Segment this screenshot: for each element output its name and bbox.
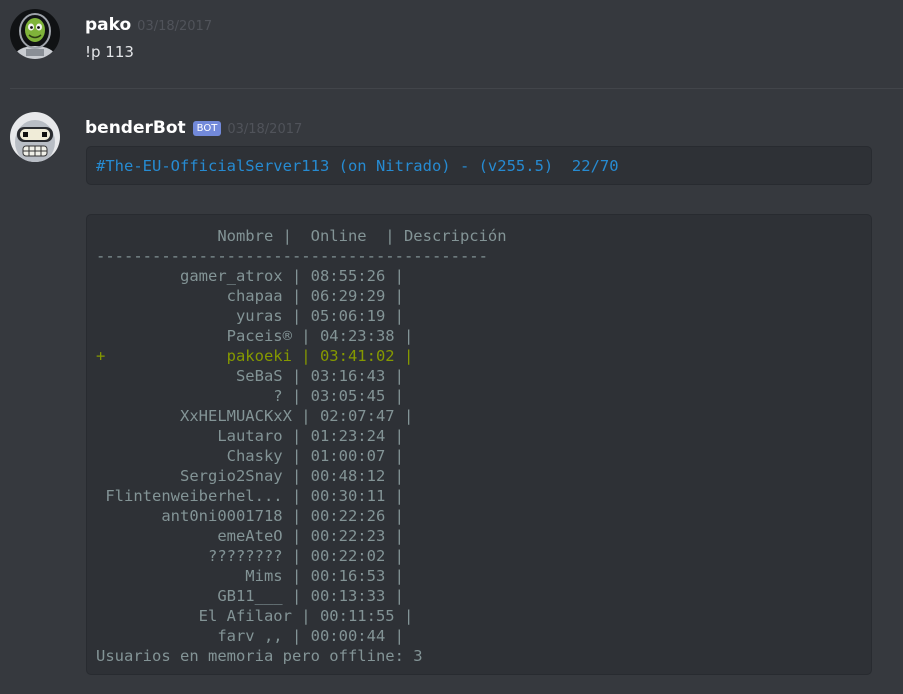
- table-row-highlighted: + pakoeki | 03:41:02 |: [96, 347, 414, 365]
- table-row: ant0ni0001718 | 00:22:26 |: [96, 507, 404, 525]
- table-header: Nombre | Online | Descripción: [96, 227, 507, 245]
- username-benderbot[interactable]: benderBot: [85, 118, 186, 138]
- timestamp: 03/18/2017: [227, 122, 303, 137]
- table-row: farv ,, | 00:00:44 |: [96, 627, 404, 645]
- server-info-line: #The-EU-OfficialServer113 (on Nitrado) -…: [96, 157, 619, 175]
- table-row: XxHELMUACKxX | 02:07:47 |: [96, 407, 414, 425]
- table-row: ???????? | 00:22:02 |: [96, 547, 404, 565]
- table-rows: gamer_atrox | 08:55:26 | chapaa | 06:29:…: [96, 266, 862, 646]
- bender-avatar-icon: [10, 112, 60, 162]
- table-row: SeBaS | 03:16:43 |: [96, 367, 404, 385]
- timestamp: 03/18/2017: [137, 19, 213, 34]
- avatar-benderbot[interactable]: [10, 112, 60, 162]
- kerbal-avatar-icon: [10, 9, 60, 59]
- table-row: Chasky | 01:00:07 |: [96, 447, 404, 465]
- message-header: benderBot BOT 03/18/2017: [85, 118, 302, 140]
- message-text: !p 113: [85, 43, 134, 61]
- server-info-codeblock: #The-EU-OfficialServer113 (on Nitrado) -…: [86, 146, 872, 185]
- table-row: GB11___ | 00:13:33 |: [96, 587, 404, 605]
- table-row: ? | 03:05:45 |: [96, 387, 404, 405]
- table-row: Mims | 00:16:53 |: [96, 567, 404, 585]
- avatar-pako[interactable]: [10, 9, 60, 59]
- table-row: Flintenweiberhel... | 00:30:11 |: [96, 487, 404, 505]
- table-row: Sergio2Snay | 00:48:12 |: [96, 467, 404, 485]
- table-footer: Usuarios en memoria pero offline: 3: [96, 647, 423, 665]
- table-row: yuras | 05:06:19 |: [96, 307, 404, 325]
- table-row: Paceis® | 04:23:38 |: [96, 327, 414, 345]
- message-group-benderbot: benderBot BOT 03/18/2017 #The-EU-OfficialS…: [0, 89, 903, 694]
- table-row: Lautaro | 01:23:24 |: [96, 427, 404, 445]
- username-pako[interactable]: pako: [85, 15, 131, 35]
- bot-tag: BOT: [192, 121, 222, 136]
- table-row: emeAteO | 00:22:23 |: [96, 527, 404, 545]
- table-row: gamer_atrox | 08:55:26 |: [96, 267, 404, 285]
- table-row: chapaa | 06:29:29 |: [96, 287, 404, 305]
- table-row: El Afilaor | 00:11:55 |: [96, 607, 414, 625]
- message-group-pako: pako 03/18/2017 !p 113: [0, 0, 903, 88]
- table-separator: ----------------------------------------…: [96, 247, 488, 265]
- players-table-codeblock: Nombre | Online | Descripción -----------…: [86, 214, 872, 675]
- message-header: pako 03/18/2017: [85, 15, 212, 37]
